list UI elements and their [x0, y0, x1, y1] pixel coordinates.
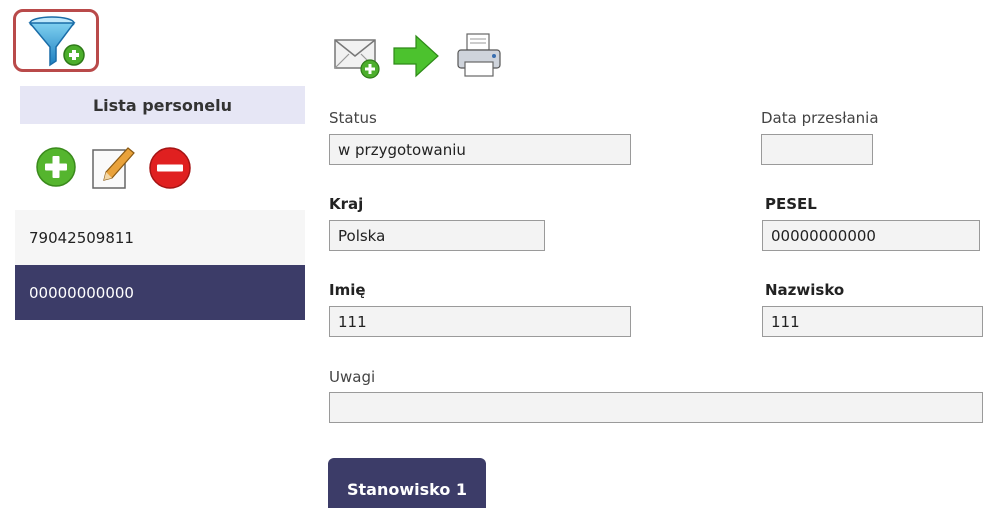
- pesel-label: PESEL: [765, 195, 817, 213]
- nazwisko-label: Nazwisko: [765, 281, 845, 299]
- filter-button[interactable]: [13, 9, 99, 72]
- list-title: Lista personelu: [20, 86, 305, 124]
- kraj-label: Kraj: [329, 195, 364, 213]
- imie-field[interactable]: 111: [329, 306, 631, 337]
- kraj-field[interactable]: Polska: [329, 220, 545, 251]
- imie-label: Imię: [329, 281, 366, 299]
- add-icon[interactable]: [36, 147, 76, 187]
- list-item-label: 00000000000: [29, 283, 134, 302]
- status-label: Status: [329, 109, 377, 127]
- tab-stanowisko[interactable]: Stanowisko 1: [328, 458, 486, 508]
- uwagi-label: Uwagi: [329, 368, 376, 386]
- print-icon[interactable]: [455, 32, 503, 80]
- nazwisko-field[interactable]: 111: [762, 306, 983, 337]
- list-item[interactable]: 79042509811: [15, 210, 305, 265]
- status-field[interactable]: w przygotowaniu: [329, 134, 631, 165]
- uwagi-field[interactable]: [329, 392, 983, 423]
- pesel-field[interactable]: 00000000000: [762, 220, 980, 251]
- data-przeslania-label: Data przesłania: [761, 109, 879, 127]
- filter-add-icon: [28, 16, 85, 67]
- tab-stanowisko-label: Stanowisko 1: [346, 480, 468, 499]
- email-add-icon[interactable]: [333, 32, 381, 80]
- list-item-selected[interactable]: 00000000000: [15, 265, 305, 320]
- list-item-label: 79042509811: [29, 228, 134, 247]
- data-przeslania-field[interactable]: [761, 134, 873, 165]
- edit-icon[interactable]: [90, 144, 136, 190]
- send-arrow-icon[interactable]: [392, 32, 442, 80]
- remove-icon[interactable]: [149, 147, 191, 189]
